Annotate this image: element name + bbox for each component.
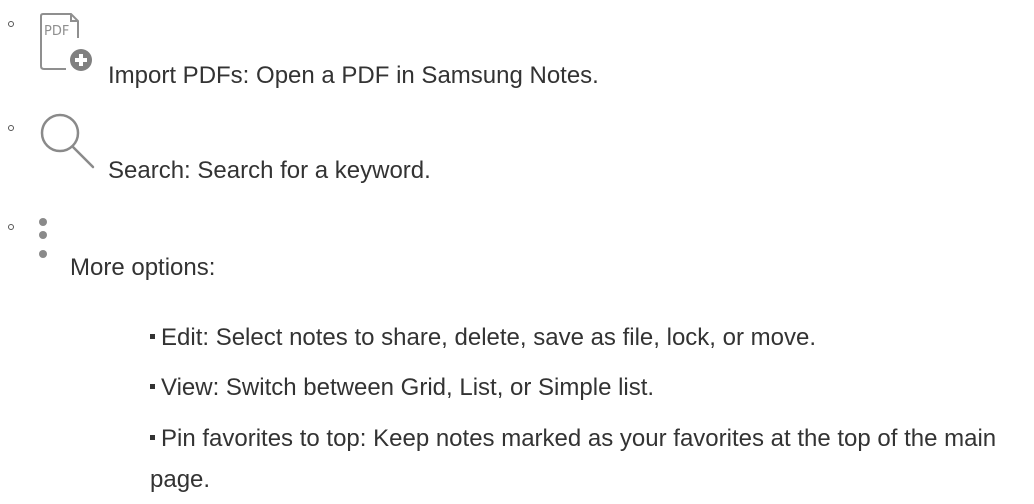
pdf-icon-label: PDF xyxy=(44,24,69,39)
list-bullet xyxy=(8,224,14,230)
pdf-import-icon: PDF xyxy=(38,12,98,74)
square-bullet xyxy=(150,334,155,340)
item-more-options: More options: xyxy=(70,254,216,281)
square-bullet xyxy=(150,384,155,390)
item-search: Search: Search for a keyword. xyxy=(108,157,431,184)
subitem-view-text: View: Switch between Grid, List, or Simp… xyxy=(161,374,655,401)
subitem-edit: Edit: Select notes to share, delete, sav… xyxy=(150,317,1020,358)
item-import-pdfs: Import PDFs: Open a PDF in Samsung Notes… xyxy=(108,62,599,89)
subitem-pin-favorites-text: Pin favorites to top: Keep notes marked … xyxy=(150,425,997,493)
list-bullet xyxy=(8,21,14,27)
more-options-icon xyxy=(36,214,50,266)
search-icon xyxy=(38,110,100,172)
subitem-view: View: Switch between Grid, List, or Simp… xyxy=(150,367,1020,408)
subitem-pin-favorites: Pin favorites to top: Keep notes marked … xyxy=(150,418,1020,500)
list-bullet xyxy=(8,125,14,131)
subitem-edit-text: Edit: Select notes to share, delete, sav… xyxy=(161,324,816,351)
square-bullet xyxy=(150,435,155,441)
